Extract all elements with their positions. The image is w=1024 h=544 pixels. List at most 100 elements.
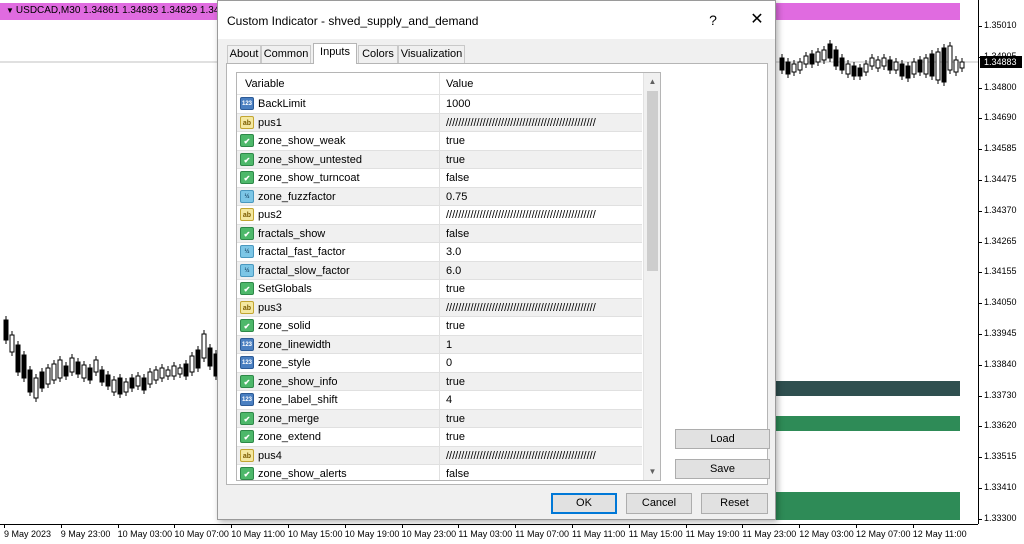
variable-value[interactable]: 0.75	[446, 191, 636, 203]
candle	[117, 377, 123, 395]
variable-value[interactable]: 4	[446, 394, 636, 406]
scroll-up-icon[interactable]: ▲	[644, 73, 660, 90]
row-separator	[439, 132, 440, 150]
load-button[interactable]: Load	[675, 429, 770, 449]
candle	[941, 47, 947, 83]
grid-row[interactable]: 123 BackLimit 1000	[237, 95, 642, 114]
row-separator	[439, 446, 440, 464]
variable-value[interactable]: true	[446, 431, 636, 443]
tab-about[interactable]: About	[227, 45, 261, 63]
candle	[57, 359, 63, 379]
row-separator	[439, 372, 440, 390]
grid-row[interactable]: ✔ zone_show_weak true	[237, 132, 642, 151]
help-button[interactable]: ?	[700, 10, 726, 30]
variable-value[interactable]: 1	[446, 339, 636, 351]
candle	[177, 367, 183, 375]
tab-inputs[interactable]: Inputs	[313, 43, 357, 64]
grid-row[interactable]: ✔ fractals_show false	[237, 224, 642, 243]
variable-value[interactable]: false	[446, 228, 636, 240]
grid-row[interactable]: ✔ zone_merge true	[237, 409, 642, 428]
grid-row[interactable]: ✔ zone_extend true	[237, 428, 642, 447]
column-header-value[interactable]: Value	[446, 78, 473, 90]
variable-value[interactable]: ////////////////////////////////////////…	[446, 209, 636, 221]
current-price-label: 1.34883	[980, 56, 1022, 68]
variable-value[interactable]: false	[446, 172, 636, 184]
row-separator	[439, 187, 440, 205]
boolean-type-icon: ✔	[240, 430, 254, 443]
variable-value[interactable]: ////////////////////////////////////////…	[446, 117, 636, 129]
variable-name: pus2	[258, 209, 282, 221]
grid-row[interactable]: ab pus2 //////////////////////////////////…	[237, 206, 642, 225]
grid-row[interactable]: 123 zone_style 0	[237, 354, 642, 373]
cancel-button[interactable]: Cancel	[626, 493, 692, 514]
candle	[165, 369, 171, 377]
candle	[899, 63, 905, 77]
variable-value[interactable]: true	[446, 283, 636, 295]
grid-row[interactable]: ✔ zone_solid true	[237, 317, 642, 336]
candle	[27, 369, 33, 393]
variable-value[interactable]: 0	[446, 357, 636, 369]
variable-value[interactable]: 3.0	[446, 246, 636, 258]
column-header-variable[interactable]: Variable	[245, 78, 285, 90]
reset-button[interactable]: Reset	[701, 493, 768, 514]
price-tick-label: 1.34265	[978, 235, 1017, 246]
tab-colors[interactable]: Colors	[358, 45, 398, 63]
symbol-info-text: USDCAD,M30 1.34861 1.34893 1.34829 1.348…	[15, 5, 237, 16]
variable-value[interactable]: ////////////////////////////////////////…	[446, 450, 636, 462]
scroll-thumb[interactable]	[647, 91, 658, 271]
grid-row[interactable]: ab pus4 //////////////////////////////////…	[237, 446, 642, 465]
variable-name: zone_solid	[258, 320, 311, 332]
grid-rows: 123 BackLimit 1000 ab pus1 //////////////////…	[237, 95, 642, 480]
dialog-titlebar[interactable]: Custom Indicator - shved_supply_and_dema…	[218, 1, 775, 39]
variable-value[interactable]: true	[446, 376, 636, 388]
row-separator	[439, 206, 440, 224]
double-type-icon: ½	[240, 245, 254, 258]
tab-common[interactable]: Common	[261, 45, 311, 63]
grid-row[interactable]: 123 zone_label_shift 4	[237, 391, 642, 410]
price-tick-label: 1.35010	[978, 20, 1017, 30]
variable-value[interactable]: true	[446, 413, 636, 425]
candle	[69, 357, 75, 373]
price-axis: 1.350101.349051.348001.346901.345851.344…	[978, 0, 1024, 524]
variable-value[interactable]: true	[446, 154, 636, 166]
candle	[93, 359, 99, 373]
variable-value[interactable]: false	[446, 468, 636, 480]
boolean-type-icon: ✔	[240, 226, 254, 240]
variable-value[interactable]: true	[446, 320, 636, 332]
variable-value[interactable]: 1000	[446, 98, 636, 110]
candle	[935, 51, 941, 81]
variable-name: zone_show_untested	[258, 153, 362, 166]
boolean-type-icon: ✔	[240, 467, 254, 480]
candle	[15, 344, 21, 373]
row-separator	[439, 335, 440, 353]
close-button[interactable]: ✕	[744, 10, 770, 30]
grid-row[interactable]: ab pus1 //////////////////////////////////…	[237, 113, 642, 132]
grid-row[interactable]: ✔ zone_show_turncoat false	[237, 169, 642, 188]
grid-row[interactable]: ✔ zone_show_alerts false	[237, 465, 642, 480]
integer-type-icon: 123	[240, 97, 254, 110]
grid-row[interactable]: ✔ zone_show_info true	[237, 372, 642, 391]
ok-button[interactable]: OK	[551, 493, 617, 514]
grid-row[interactable]: ½ fractal_fast_factor 3.0	[237, 243, 642, 262]
candle	[821, 49, 827, 61]
tab-visualization[interactable]: Visualization	[398, 45, 465, 63]
column-separator[interactable]	[439, 73, 440, 95]
variable-value[interactable]: ////////////////////////////////////////…	[446, 302, 636, 314]
variable-value[interactable]: 6.0	[446, 265, 636, 277]
grid-row[interactable]: ½ zone_fuzzfactor 0.75	[237, 187, 642, 206]
grid-row[interactable]: 123 zone_linewidth 1	[237, 335, 642, 354]
save-button[interactable]: Save	[675, 459, 770, 479]
scroll-down-icon[interactable]: ▼	[644, 463, 660, 480]
candle	[45, 367, 51, 385]
vertical-scrollbar[interactable]: ▲ ▼	[643, 73, 660, 480]
candle	[893, 61, 899, 71]
candle	[905, 65, 911, 79]
grid-row[interactable]: ½ fractal_slow_factor 6.0	[237, 261, 642, 280]
integer-type-icon: 123	[240, 393, 254, 406]
price-tick-label: 1.33945	[978, 328, 1017, 338]
grid-row[interactable]: ✔ zone_show_untested true	[237, 150, 642, 169]
grid-row[interactable]: ab pus3 //////////////////////////////////…	[237, 298, 642, 317]
grid-row[interactable]: ✔ SetGlobals true	[237, 280, 642, 299]
price-tick-label: 1.33300	[978, 512, 1017, 523]
variable-value[interactable]: true	[446, 135, 636, 147]
